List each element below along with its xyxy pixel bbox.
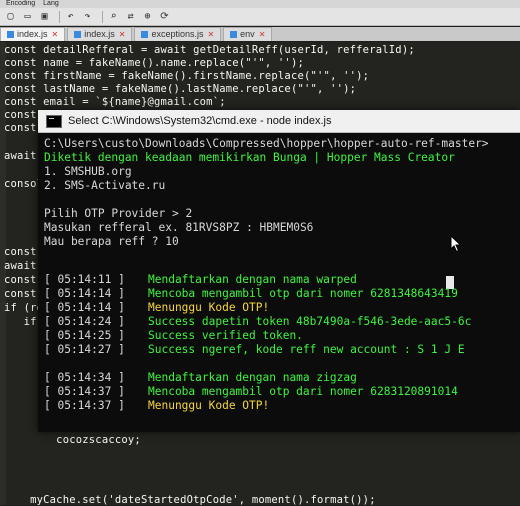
tab-label: index.js	[84, 29, 115, 39]
file-icon	[141, 31, 149, 38]
menu-bar: Encoding Lang	[0, 0, 520, 8]
tab-label: env	[240, 29, 255, 39]
editor-toolbar: ▢ ▭ ▣ ↶ ↷ ⌕ ⇄ ⊕ ⟳	[0, 8, 520, 26]
replace-icon[interactable]: ⇄	[124, 10, 137, 23]
log-timestamp: [ 05:14:14 ]	[44, 287, 125, 300]
open-folder-icon[interactable]: ▭	[21, 10, 34, 23]
undo-icon[interactable]: ↶	[64, 10, 77, 23]
code-line: const name = fakeName().name.replace("'"…	[4, 57, 304, 69]
toolbar-divider	[59, 10, 60, 23]
log-message: Success dapetin token 48b7490a-f546-3ede…	[148, 315, 472, 328]
tab-label: index.js	[17, 29, 48, 39]
code-line: myCache.set('dateStartedOtpCode', moment…	[4, 494, 376, 506]
log-message: Mencoba mengambil otp dari nomer 6283120…	[148, 385, 458, 398]
code-line: if	[4, 316, 37, 328]
cmd-title-bar[interactable]: Select C:\Windows\System32\cmd.exe - nod…	[38, 110, 520, 133]
console-line: Pilih OTP Provider > 2	[44, 207, 193, 220]
file-icon	[7, 31, 14, 38]
console-line: 2. SMS-Activate.ru	[44, 179, 166, 192]
cmd-title: Select C:\Windows\System32\cmd.exe - nod…	[68, 115, 332, 127]
log-message: Mencoba mengambil otp dari nomer 6281348…	[148, 287, 458, 300]
sync-icon[interactable]: ⟳	[158, 10, 171, 23]
log-message: Menunggu Kode OTP!	[148, 301, 270, 314]
log-timestamp: [ 05:14:27 ]	[44, 343, 125, 356]
zoom-icon[interactable]: ⊕	[141, 10, 154, 23]
log-message: Menunggu Kode OTP!	[148, 399, 270, 412]
find-icon[interactable]: ⌕	[107, 10, 120, 23]
log-timestamp: [ 05:14:34 ]	[44, 371, 125, 384]
redo-icon[interactable]: ↷	[81, 10, 94, 23]
new-file-icon[interactable]: ▢	[4, 10, 17, 23]
close-icon[interactable]: ✕	[52, 28, 59, 41]
close-icon[interactable]: ✕	[259, 28, 266, 41]
toolbar-divider	[102, 10, 103, 23]
code-line: const detailRefferal = await getDetailRe…	[4, 44, 415, 56]
close-icon[interactable]: ✕	[119, 28, 126, 41]
code-line: const lastName = fakeName().lastName.rep…	[4, 83, 357, 95]
close-icon[interactable]: ✕	[207, 28, 214, 41]
tab-index-js[interactable]: index.js ✕	[0, 27, 66, 41]
menu-encoding[interactable]: Encoding	[6, 0, 35, 7]
terminal-icon	[46, 114, 62, 128]
log-message: Mendaftarkan dengan nama warped	[148, 273, 357, 286]
tab-index-js-2[interactable]: index.js ✕	[67, 27, 133, 41]
console-line: Diketik dengan keadaan memikirkan Bunga …	[44, 151, 455, 164]
code-line: const email = `${name}@gmail.com`;	[4, 96, 226, 108]
log-message: Mendaftarkan dengan nama zigzag	[148, 371, 357, 384]
file-tabs: index.js ✕ index.js ✕ exceptions.js ✕ en…	[0, 27, 520, 41]
log-message: Success verified token.	[148, 329, 303, 342]
cmd-output[interactable]: C:\Users\custo\Downloads\Compressed\hopp…	[38, 133, 520, 432]
menu-language[interactable]: Lang	[43, 0, 59, 7]
save-icon[interactable]: ▣	[38, 10, 51, 23]
console-line: Mau berapa reff ? 10	[44, 235, 179, 248]
tab-exceptions-js[interactable]: exceptions.js ✕	[134, 27, 222, 41]
mouse-pointer-icon	[450, 235, 462, 253]
console-line: 1. SMSHUB.org	[44, 165, 132, 178]
file-icon	[74, 31, 82, 38]
file-icon	[230, 31, 238, 38]
log-timestamp: [ 05:14:37 ]	[44, 399, 125, 412]
code-line: const firstName = fakeName().firstName.r…	[4, 70, 370, 82]
tab-env[interactable]: env ✕	[223, 27, 273, 41]
log-timestamp: [ 05:14:24 ]	[44, 315, 125, 328]
code-line: cocozscaccoy;	[4, 434, 141, 446]
tab-label: exceptions.js	[151, 29, 204, 39]
log-timestamp: [ 05:14:37 ]	[44, 385, 125, 398]
log-timestamp: [ 05:14:25 ]	[44, 329, 125, 342]
log-message: Success ngeref, kode reff new account : …	[148, 343, 465, 356]
log-timestamp: [ 05:14:14 ]	[44, 301, 125, 314]
console-line: Masukan refferal ex. 81RVS8PZ : HBMEM0S6	[44, 221, 314, 234]
cmd-window[interactable]: Select C:\Windows\System32\cmd.exe - nod…	[38, 110, 520, 432]
log-timestamp: [ 05:14:11 ]	[44, 273, 125, 286]
console-line: C:\Users\custo\Downloads\Compressed\hopp…	[44, 137, 489, 150]
